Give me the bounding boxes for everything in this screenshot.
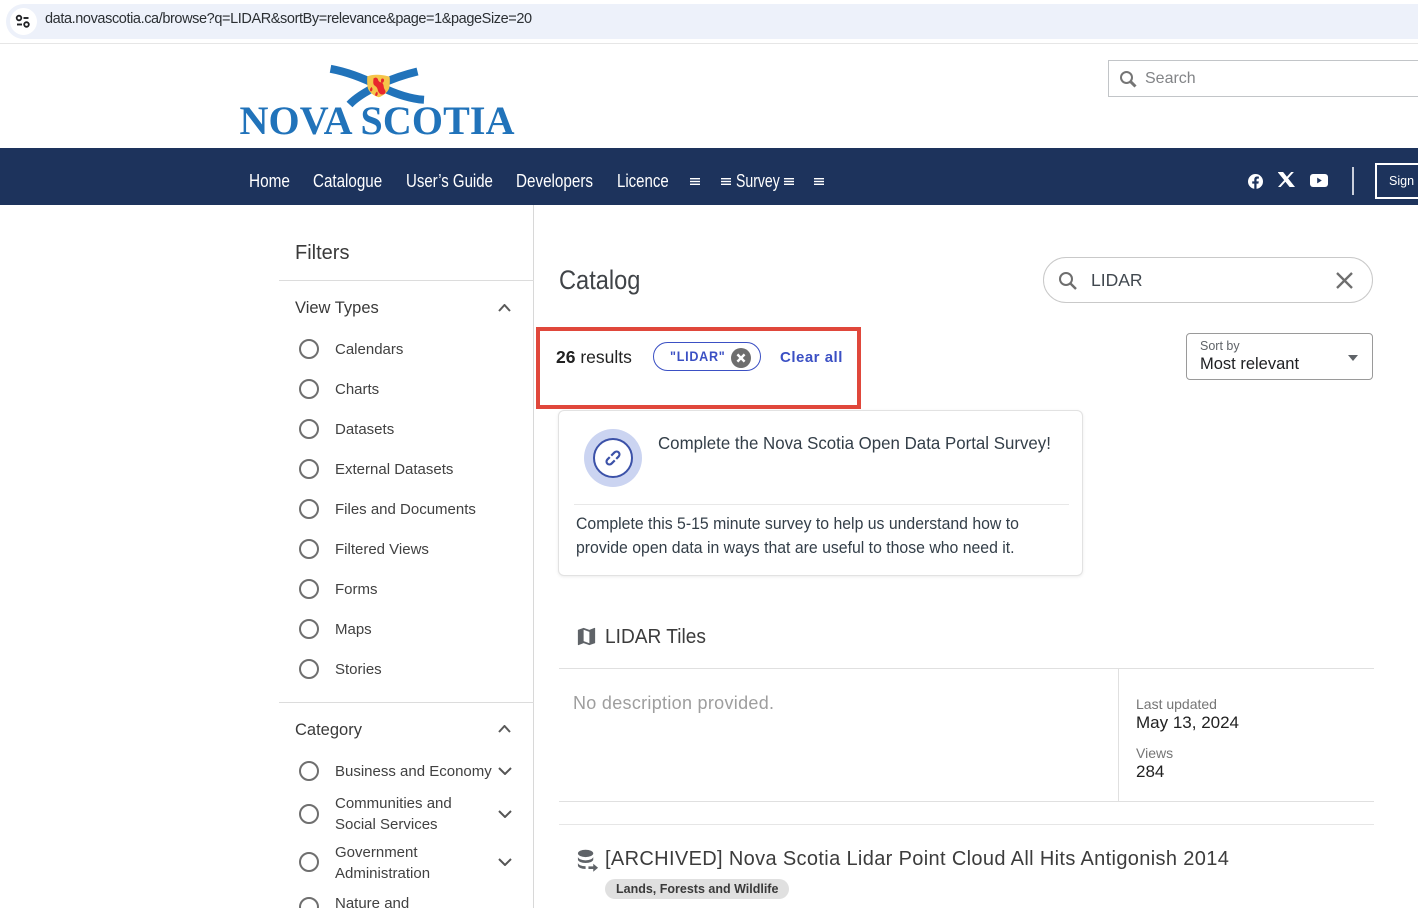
svg-text:NOVA SCOTIA: NOVA SCOTIA — [240, 98, 515, 140]
